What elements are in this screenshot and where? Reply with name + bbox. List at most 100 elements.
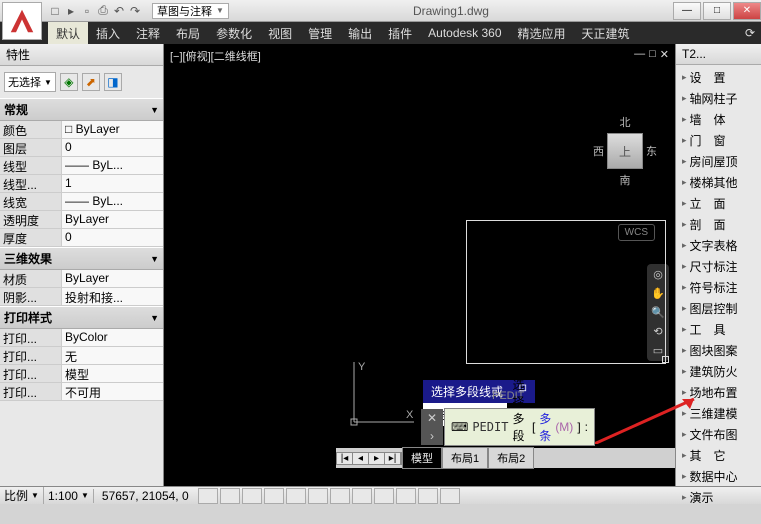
prop-row[interactable]: 透明度ByLayer <box>0 211 163 229</box>
layout-tab-2[interactable]: 布局2 <box>488 447 534 469</box>
tangent-item[interactable]: 门 窗 <box>676 130 761 151</box>
prop-row[interactable]: 颜色ByLayer <box>0 121 163 139</box>
prop-row[interactable]: 线型...1 <box>0 175 163 193</box>
tangent-item[interactable]: 符号标注 <box>676 277 761 298</box>
command-line[interactable]: ✕ › ⌨ PEDIT 选择多段线或 [多条(M)]: <box>444 408 595 446</box>
tangent-item[interactable]: 图块图案 <box>676 340 761 361</box>
cmdline-option[interactable]: 多条 <box>539 410 551 444</box>
workspace-combo[interactable]: 草图与注释 <box>152 3 229 19</box>
cmdline-close-icon[interactable]: ✕ <box>421 409 443 427</box>
prop-section[interactable]: 三维效果 <box>0 247 163 270</box>
tangent-item[interactable]: 数据中心 <box>676 466 761 487</box>
ribbon-expand-icon[interactable]: ⟳ <box>739 26 761 40</box>
ribbon-tab-manage[interactable]: 管理 <box>300 22 340 45</box>
viewcube-east[interactable]: 东 <box>646 143 657 159</box>
prop-value[interactable]: 无 <box>62 347 163 364</box>
ribbon-tab-parametric[interactable]: 参数化 <box>208 22 260 45</box>
viewport-restore-icon[interactable]: □ <box>649 48 656 61</box>
prop-value[interactable]: 不可用 <box>62 383 163 400</box>
open-icon[interactable]: ▸ <box>64 4 78 18</box>
ribbon-tab-output[interactable]: 输出 <box>340 22 380 45</box>
viewport-label[interactable]: [−][俯视][二维线框] <box>170 48 261 64</box>
ribbon-tab-plugins[interactable]: 插件 <box>380 22 420 45</box>
prop-row[interactable]: 打印...不可用 <box>0 383 163 401</box>
tangent-item[interactable]: 轴网柱子 <box>676 88 761 109</box>
tangent-item[interactable]: 设 置 <box>676 67 761 88</box>
prop-row[interactable]: 打印...模型 <box>0 365 163 383</box>
prop-section[interactable]: 打印样式 <box>0 306 163 329</box>
ucs-icon[interactable]: X Y <box>344 352 424 432</box>
tangent-item[interactable]: 楼梯其他 <box>676 172 761 193</box>
prop-value[interactable]: —— ByL... <box>62 193 163 210</box>
viewcube-west[interactable]: 西 <box>593 143 604 159</box>
prop-value[interactable]: ByLayer <box>62 121 163 138</box>
tangent-item[interactable]: 剖 面 <box>676 214 761 235</box>
tangent-item[interactable]: 工 具 <box>676 319 761 340</box>
layout-tab-model[interactable]: 模型 <box>402 447 442 469</box>
prop-row[interactable]: 阴影...投射和接... <box>0 288 163 306</box>
ribbon-tab-featured[interactable]: 精选应用 <box>510 22 574 45</box>
prop-row[interactable]: 线型—— ByL... <box>0 157 163 175</box>
tangent-item[interactable]: 文字表格 <box>676 235 761 256</box>
tangent-item[interactable]: 立 面 <box>676 193 761 214</box>
drawing-canvas[interactable]: [−][俯视][二维线框] — □ ✕ 北 西 上 东 南 WCS ◎ ✋ 🔍 … <box>164 44 675 486</box>
viewport-minimize-icon[interactable]: — <box>634 48 645 61</box>
status-btn[interactable] <box>440 488 460 504</box>
drawing-rectangle[interactable] <box>466 220 666 364</box>
prop-value[interactable]: 投射和接... <box>62 288 163 305</box>
viewcube-south[interactable]: 南 <box>593 172 657 188</box>
layout-tab-1[interactable]: 布局1 <box>442 447 488 469</box>
status-btn[interactable] <box>396 488 416 504</box>
status-btn[interactable] <box>198 488 218 504</box>
tangent-item[interactable]: 图层控制 <box>676 298 761 319</box>
save-icon[interactable]: ▫ <box>80 4 94 18</box>
tangent-item[interactable]: 房间屋顶 <box>676 151 761 172</box>
status-btn[interactable] <box>374 488 394 504</box>
scale-combo[interactable]: 1:100 <box>44 489 94 503</box>
new-icon[interactable]: □ <box>48 4 62 18</box>
print-icon[interactable]: ⎙ <box>96 4 110 18</box>
tangent-item[interactable]: 尺寸标注 <box>676 256 761 277</box>
ribbon-tab-layout[interactable]: 布局 <box>168 22 208 45</box>
tangent-item[interactable]: 其 它 <box>676 445 761 466</box>
viewport-close-icon[interactable]: ✕ <box>660 48 669 61</box>
ribbon-tab-view[interactable]: 视图 <box>260 22 300 45</box>
prop-value[interactable]: ByColor <box>62 329 163 346</box>
status-btn[interactable] <box>330 488 350 504</box>
cmdline-expand-icon[interactable]: › <box>421 427 443 445</box>
prop-row[interactable]: 打印...ByColor <box>0 329 163 347</box>
status-btn[interactable] <box>308 488 328 504</box>
view-cube[interactable]: 北 西 上 东 南 <box>593 114 657 188</box>
prop-row[interactable]: 厚度0 <box>0 229 163 247</box>
prop-value[interactable]: —— ByL... <box>62 157 163 174</box>
close-button[interactable]: ✕ <box>733 2 761 20</box>
status-btn[interactable] <box>264 488 284 504</box>
status-btn[interactable] <box>352 488 372 504</box>
selection-grip[interactable] <box>662 356 669 363</box>
prop-row[interactable]: 材质ByLayer <box>0 270 163 288</box>
layout-nav[interactable]: |◂◂▸▸| <box>336 452 402 465</box>
prop-section[interactable]: 常规 <box>0 98 163 121</box>
prop-value[interactable]: 1 <box>62 175 163 192</box>
maximize-button[interactable]: □ <box>703 2 731 20</box>
pickadd-icon[interactable]: ⬈ <box>82 73 100 91</box>
quick-select-icon[interactable]: ◈ <box>60 73 78 91</box>
prop-value[interactable]: 0 <box>62 139 163 156</box>
ribbon-tab-insert[interactable]: 插入 <box>88 22 128 45</box>
prop-row[interactable]: 线宽—— ByL... <box>0 193 163 211</box>
minimize-button[interactable]: — <box>673 2 701 20</box>
status-btn[interactable] <box>220 488 240 504</box>
status-btn[interactable] <box>242 488 262 504</box>
undo-icon[interactable]: ↶ <box>112 4 126 18</box>
redo-icon[interactable]: ↷ <box>128 4 142 18</box>
tangent-item[interactable]: 建筑防火 <box>676 361 761 382</box>
status-btn[interactable] <box>286 488 306 504</box>
status-btn[interactable] <box>418 488 438 504</box>
selection-combo[interactable]: 无选择 <box>4 72 56 92</box>
prop-value[interactable]: 0 <box>62 229 163 246</box>
prop-value[interactable]: ByLayer <box>62 270 163 287</box>
app-logo[interactable] <box>2 2 42 40</box>
prop-value[interactable]: 模型 <box>62 365 163 382</box>
ribbon-tab-default[interactable]: 默认 <box>48 22 88 45</box>
ribbon-tab-a360[interactable]: Autodesk 360 <box>420 23 509 43</box>
